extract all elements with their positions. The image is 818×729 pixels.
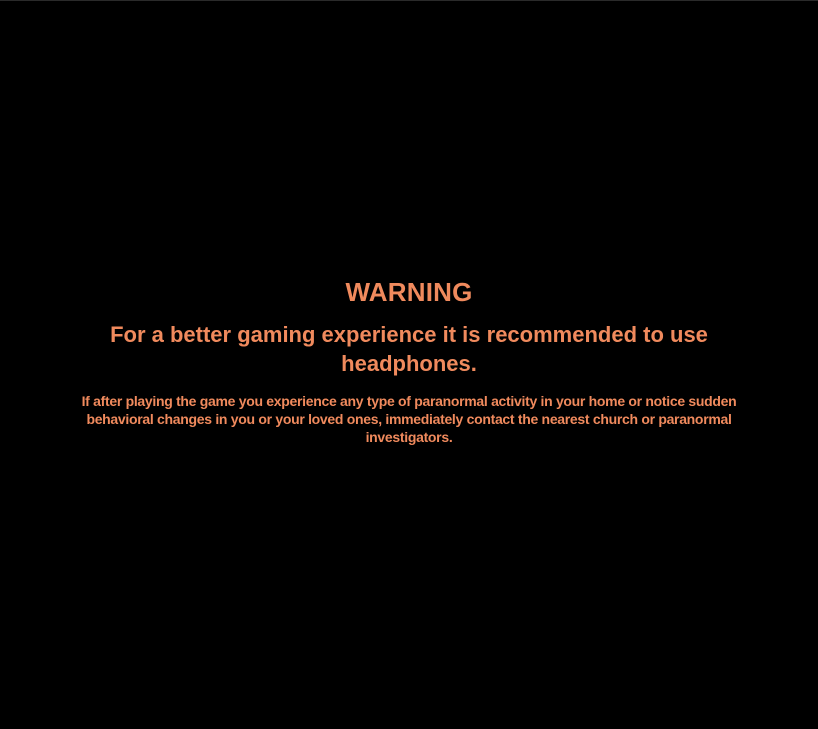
warning-title: WARNING (345, 277, 473, 307)
warning-block: WARNING For a better gaming experience i… (0, 277, 818, 446)
headphones-recommendation: For a better gaming experience it is rec… (110, 322, 708, 376)
paranormal-disclaimer: If after playing the game you experience… (81, 393, 737, 445)
warning-screen: WARNING For a better gaming experience i… (0, 0, 818, 729)
